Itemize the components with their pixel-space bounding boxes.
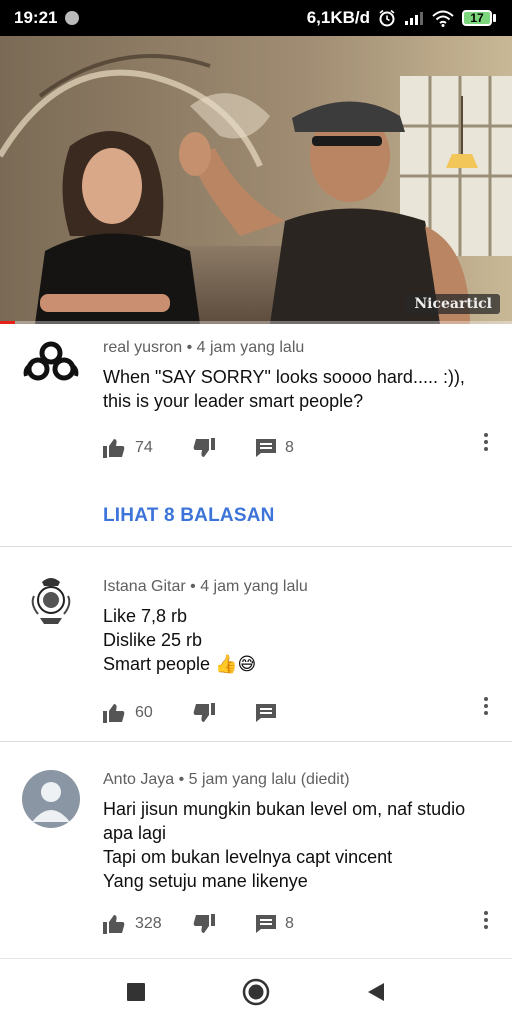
comment-item: Anto Jaya • 5 jam yang lalu (diedit) Har… [0, 742, 512, 958]
comment-line: Hari jisun mungkin bukan level om, naf s… [103, 799, 466, 843]
comment-line: Like 7,8 rb [103, 606, 188, 626]
network-speed: 6,1KB/d [306, 8, 370, 27]
crest-emblem-icon [31, 578, 71, 624]
comment-actions: 328 8 [103, 909, 482, 939]
thumbs-up-emoji: 👍 [215, 654, 238, 674]
thumbs-down-icon [193, 438, 215, 457]
recent-apps-button[interactable] [116, 972, 156, 1012]
comment-author[interactable]: Istana Gitar [103, 578, 186, 595]
more-options-icon[interactable] [480, 430, 492, 454]
sweat-smile-emoji: 😅 [237, 654, 257, 674]
comment-icon [256, 439, 276, 457]
comment-icon [256, 915, 276, 933]
dislike-button[interactable] [193, 438, 255, 458]
comment-text: Like 7,8 rb Dislike 25 rb Smart people 👍… [103, 604, 482, 676]
thumbs-down-icon [193, 703, 215, 722]
like-count: 328 [135, 915, 162, 932]
thumbs-down-icon [193, 914, 215, 933]
status-bar: 19:21 6,1KB/d 17 [0, 0, 512, 36]
comments-list: real yusron • 4 jam yang lalu When "SAY … [0, 324, 512, 958]
more-options-icon[interactable] [480, 694, 492, 718]
comment-time: 4 jam yang lalu [200, 578, 308, 595]
notification-dot-icon [65, 11, 80, 25]
comment-actions: 74 8 [103, 433, 482, 463]
comment-author[interactable]: real yusron [103, 339, 182, 356]
reply-button[interactable]: 8 [255, 914, 294, 934]
like-button[interactable]: 60 [103, 703, 193, 723]
home-icon [242, 978, 270, 1005]
thumbs-up-icon [103, 915, 125, 934]
comment-time: 4 jam yang lalu [196, 339, 305, 356]
meta-separator: • [178, 771, 189, 788]
signal-icon [405, 12, 423, 25]
like-count: 74 [135, 439, 153, 456]
video-frame [0, 36, 512, 324]
channel-watermark: Nicearticl [406, 294, 500, 314]
recent-apps-icon [127, 982, 145, 1001]
thumbs-up-icon [103, 704, 125, 723]
clock: 19:21 [14, 8, 58, 27]
like-button[interactable]: 328 [103, 914, 193, 934]
like-button[interactable]: 74 [103, 438, 193, 458]
dislike-button[interactable] [193, 914, 255, 934]
default-user-avatar-icon [32, 782, 70, 822]
comment-icon [256, 704, 276, 722]
comment-time: 5 jam yang lalu (diedit) [188, 771, 350, 788]
reply-button[interactable] [255, 703, 277, 723]
comment-actions: 60 [103, 698, 482, 728]
comment-item: real yusron • 4 jam yang lalu When "SAY … [0, 324, 512, 547]
more-options-icon[interactable] [480, 908, 492, 932]
comment-line: Yang setuju mane likenye [103, 871, 308, 891]
comment-avatar[interactable] [22, 332, 80, 390]
comment-author[interactable]: Anto Jaya [103, 771, 174, 788]
reply-count: 8 [285, 439, 294, 456]
comment-avatar[interactable] [22, 770, 80, 828]
comment-line: Tapi om bukan levelnya capt vincent [103, 847, 393, 867]
video-player[interactable]: Nicearticl [0, 36, 512, 324]
comment-text: When "SAY SORRY" looks soooo hard..... :… [103, 367, 465, 411]
reply-button[interactable]: 8 [255, 438, 294, 458]
comment-line: Smart people [103, 654, 211, 674]
dislike-button[interactable] [193, 703, 255, 723]
comment-text: Hari jisun mungkin bukan level om, naf s… [103, 797, 482, 893]
reply-count: 8 [285, 915, 294, 932]
back-button[interactable] [356, 972, 396, 1012]
battery-level: 17 [462, 10, 492, 26]
meta-separator: • [190, 578, 201, 595]
thumbs-up-icon [103, 439, 125, 458]
view-replies-link[interactable]: LIHAT 8 BALASAN [103, 505, 482, 527]
wifi-icon [432, 10, 454, 27]
comment-avatar[interactable] [22, 571, 80, 629]
home-button[interactable] [236, 972, 276, 1012]
system-nav-bar [0, 958, 512, 1024]
comment-line-with-emoji: Smart people 👍😅 [103, 652, 482, 676]
like-count: 60 [135, 704, 153, 721]
comment-item: Istana Gitar • 4 jam yang lalu Like 7,8 … [0, 547, 512, 742]
meta-separator: • [186, 339, 197, 356]
comment-line: Dislike 25 rb [103, 630, 203, 650]
battery-icon: 17 [462, 10, 496, 26]
alarm-icon [379, 9, 395, 27]
back-icon [368, 982, 384, 1001]
cloud9-logo-icon [23, 341, 79, 381]
